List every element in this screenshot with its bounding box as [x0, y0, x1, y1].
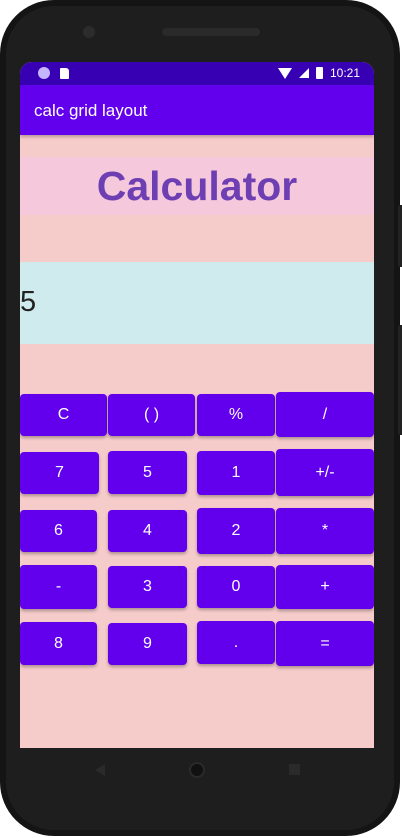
- digit-8-button[interactable]: 8: [20, 622, 97, 665]
- add-button[interactable]: +: [276, 565, 374, 609]
- digit-2-button[interactable]: 2: [197, 508, 275, 554]
- digit-6-button[interactable]: 6: [20, 510, 97, 552]
- status-icons-right: 10:21: [277, 66, 360, 80]
- power-button: [398, 325, 402, 435]
- earpiece-speaker: [162, 28, 260, 36]
- digit-7-button[interactable]: 7: [20, 452, 99, 494]
- digit-9-button[interactable]: 9: [108, 623, 187, 665]
- percent-button[interactable]: %: [197, 394, 275, 436]
- sd-card-icon: [60, 67, 69, 79]
- page-title: Calculator: [96, 163, 298, 209]
- navigation-bar: [20, 748, 374, 792]
- display-value: 5: [20, 286, 37, 318]
- equals-button[interactable]: =: [276, 621, 374, 666]
- status-icons-left: [38, 67, 69, 79]
- status-time: 10:21: [329, 66, 360, 80]
- notification-icon: [38, 67, 50, 79]
- recent-apps-icon[interactable]: [289, 764, 300, 775]
- title-band: Calculator: [20, 157, 374, 215]
- digit-4-button[interactable]: 4: [108, 510, 187, 552]
- front-camera: [83, 26, 95, 38]
- app-bar: calc grid layout: [20, 85, 374, 135]
- decimal-button[interactable]: .: [197, 621, 275, 664]
- back-icon[interactable]: [95, 764, 105, 776]
- parentheses-button[interactable]: ( ): [108, 394, 195, 436]
- digit-3-button[interactable]: 3: [108, 566, 187, 608]
- plus-minus-button[interactable]: +/-: [276, 449, 374, 496]
- volume-button: [398, 205, 402, 267]
- status-bar: 10:21: [20, 62, 374, 85]
- battery-icon: [315, 67, 323, 79]
- home-icon[interactable]: [189, 762, 205, 778]
- digit-5-button[interactable]: 5: [108, 451, 187, 494]
- digit-1-button[interactable]: 1: [197, 451, 275, 495]
- calculator-display: 5: [20, 262, 374, 344]
- wifi-icon: [277, 67, 292, 79]
- signal-icon: [298, 68, 309, 78]
- clear-button[interactable]: C: [20, 394, 107, 436]
- digit-0-button[interactable]: 0: [197, 566, 275, 608]
- subtract-button[interactable]: -: [20, 565, 97, 609]
- multiply-button[interactable]: *: [276, 508, 374, 554]
- app-title: calc grid layout: [34, 101, 148, 120]
- divide-button[interactable]: /: [276, 392, 374, 437]
- app-screen: 10:21 calc grid layout Calculator 5 C ( …: [20, 62, 374, 748]
